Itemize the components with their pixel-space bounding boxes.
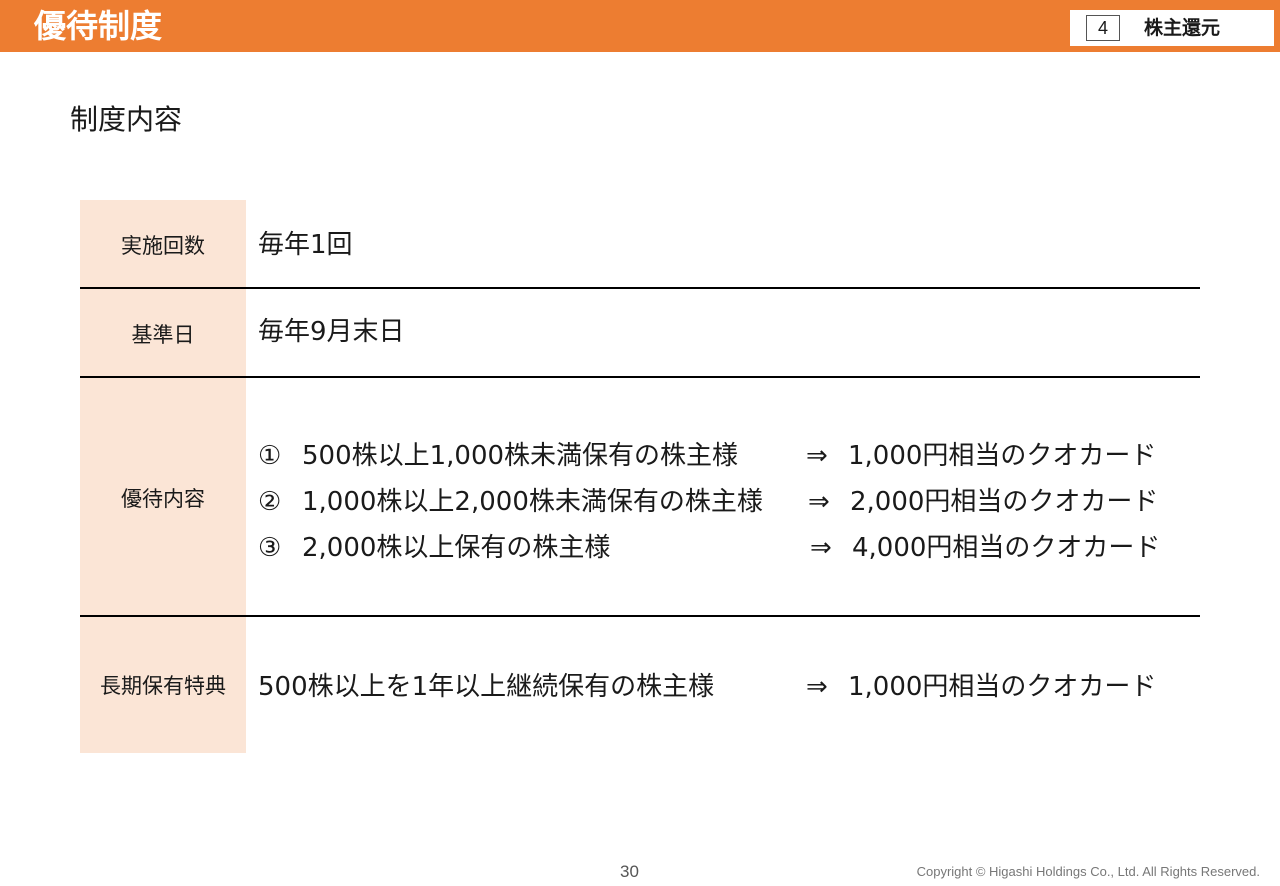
benefit-tier: ① 500株以上1,000株未満保有の株主様 ⇒ 1,000円相当のクオカード bbox=[258, 434, 1188, 478]
page-number: 30 bbox=[620, 862, 639, 881]
arrow-icon: ⇒ bbox=[806, 672, 828, 702]
tier-condition: 1,000株以上2,000株未満保有の株主様 bbox=[302, 487, 763, 517]
tier-marker: ③ bbox=[258, 533, 282, 563]
tier-marker: ② bbox=[258, 487, 282, 517]
section-indicator: 4 株主還元 bbox=[1070, 10, 1274, 46]
long-term-reward: 1,000円相当のクオカード bbox=[848, 672, 1157, 702]
table-row-benefits: 優待内容 ① 500株以上1,000株未満保有の株主様 ⇒ 1,000円相当のク… bbox=[80, 378, 1200, 617]
table-row-long-term: 長期保有特典 500株以上を1年以上継続保有の株主様 ⇒ 1,000円相当のクオ… bbox=[80, 617, 1200, 753]
arrow-icon: ⇒ bbox=[810, 533, 832, 563]
arrow-icon: ⇒ bbox=[808, 487, 830, 517]
row-label-benefits: 優待内容 bbox=[80, 378, 246, 617]
benefit-tier: ③ 2,000株以上保有の株主様 ⇒ 4,000円相当のクオカード bbox=[258, 526, 1188, 570]
tier-condition: 2,000株以上保有の株主様 bbox=[302, 533, 611, 563]
section-number: 4 bbox=[1086, 15, 1120, 41]
tier-condition: 500株以上1,000株未満保有の株主様 bbox=[302, 441, 739, 471]
benefit-tier: ② 1,000株以上2,000株未満保有の株主様 ⇒ 2,000円相当のクオカー… bbox=[258, 480, 1188, 524]
copyright-notice: Copyright © Higashi Holdings Co., Ltd. A… bbox=[916, 864, 1260, 879]
row-value-frequency: 毎年1回 bbox=[258, 230, 353, 260]
tier-reward: 2,000円相当のクオカード bbox=[850, 487, 1159, 517]
arrow-icon: ⇒ bbox=[806, 441, 828, 471]
tier-reward: 1,000円相当のクオカード bbox=[848, 441, 1157, 471]
page-title: 優待制度 bbox=[34, 7, 163, 45]
long-term-condition: 500株以上を1年以上継続保有の株主様 bbox=[258, 672, 715, 702]
section-label: 株主還元 bbox=[1144, 17, 1221, 39]
tier-reward: 4,000円相当のクオカード bbox=[852, 533, 1161, 563]
table-row-record-date: 基準日 毎年9月末日 bbox=[80, 289, 1200, 378]
row-value-record-date: 毎年9月末日 bbox=[258, 317, 405, 347]
tier-marker: ① bbox=[258, 441, 282, 471]
row-label-long-term: 長期保有特典 bbox=[80, 617, 246, 753]
row-label-record-date: 基準日 bbox=[80, 289, 246, 378]
row-label-frequency: 実施回数 bbox=[80, 200, 246, 289]
table-row-frequency: 実施回数 毎年1回 bbox=[80, 200, 1200, 289]
section-subtitle: 制度内容 bbox=[70, 103, 183, 136]
header-bar: 優待制度 4 株主還元 bbox=[0, 0, 1280, 52]
long-term-benefit: 500株以上を1年以上継続保有の株主様 ⇒ 1,000円相当のクオカード bbox=[258, 665, 1188, 709]
